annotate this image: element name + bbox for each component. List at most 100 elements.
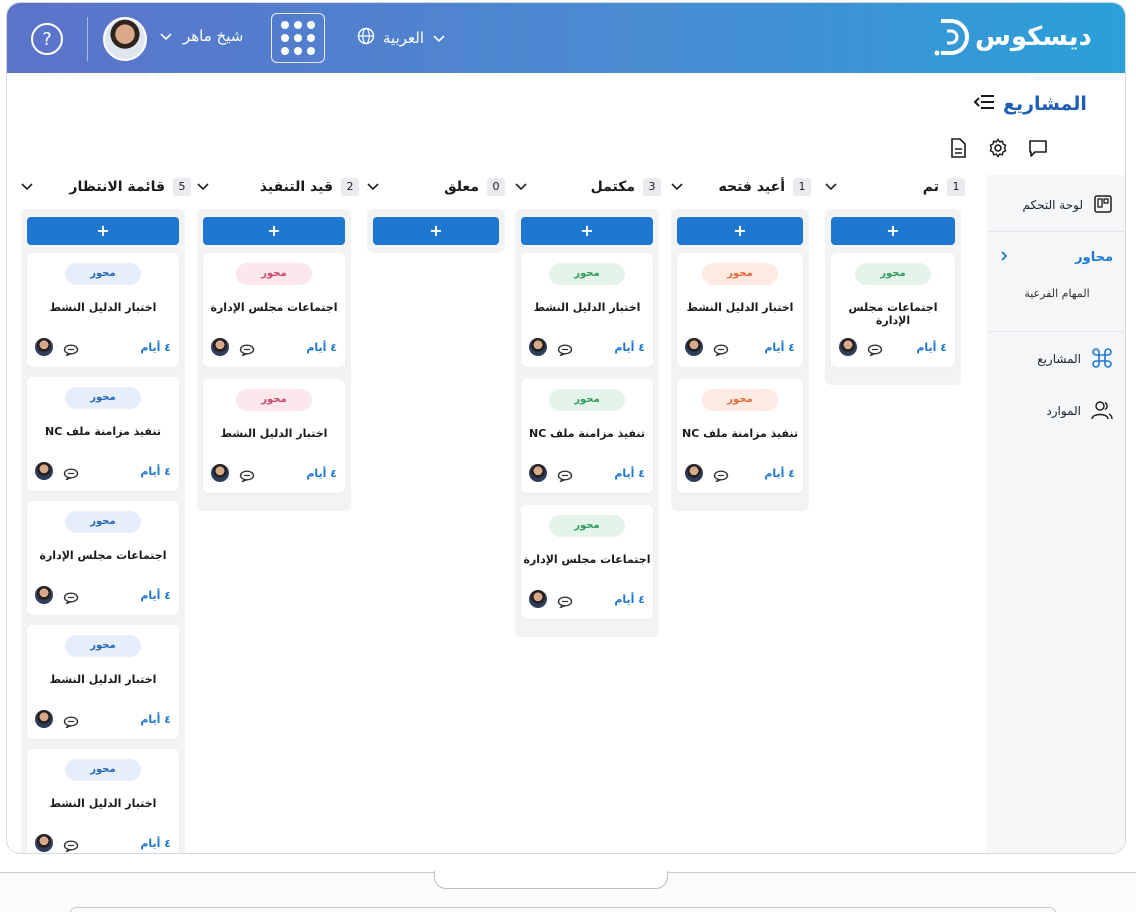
sidebar-item-resources[interactable]: الموارد	[987, 385, 1125, 437]
due-days: ٤ أيام	[764, 340, 795, 354]
assignee-avatar[interactable]	[685, 338, 703, 356]
assignee-avatar[interactable]	[685, 464, 703, 482]
comment-icon[interactable]	[63, 465, 79, 481]
tag-badge: محور	[236, 389, 312, 411]
card-title: اختبار الدليل النشط	[49, 673, 157, 686]
task-card[interactable]: محور تنفيذ مزامنة ملف NC ٤ أيام	[521, 379, 653, 493]
chevron-down-icon[interactable]	[21, 180, 33, 194]
logo-mark-icon	[933, 17, 969, 57]
assignee-avatar[interactable]	[839, 338, 857, 356]
task-card[interactable]: محور اجتماعات مجلس الإدارة ٤ أيام	[521, 505, 653, 619]
gear-icon[interactable]	[987, 137, 1009, 159]
task-card[interactable]: محور تنفيذ مزامنة ملف NC ٤ أيام	[677, 379, 803, 493]
card-footer: ٤ أيام	[839, 337, 947, 357]
comment-icon[interactable]	[713, 341, 729, 357]
comment-icon[interactable]	[63, 341, 79, 357]
task-card[interactable]: محور تنفيذ مزامنة ملف NC ٤ أيام	[27, 377, 179, 491]
assignee-avatar[interactable]	[35, 338, 53, 356]
chevron-down-icon[interactable]	[515, 180, 527, 194]
add-card-button[interactable]: +	[203, 217, 345, 245]
assignee-avatar[interactable]	[529, 338, 547, 356]
assignee-avatar[interactable]	[35, 586, 53, 604]
comment-icon[interactable]	[63, 837, 79, 853]
card-footer: ٤ أيام	[35, 833, 171, 853]
add-card-button[interactable]: +	[27, 217, 179, 245]
laptop-base	[0, 871, 1136, 912]
comment-icon[interactable]	[557, 341, 573, 357]
chevron-down-icon[interactable]	[671, 180, 683, 194]
column-count-badge: 1	[793, 178, 811, 196]
assignee-avatar[interactable]	[35, 710, 53, 728]
comment-icon[interactable]	[557, 593, 573, 609]
add-card-button[interactable]: +	[373, 217, 499, 245]
sidebar-item-dashboard[interactable]: لوحة التحكم	[987, 179, 1125, 231]
assignee-avatar[interactable]	[211, 338, 229, 356]
user-menu[interactable]: شيخ ماهر	[159, 27, 243, 45]
apps-grid-button[interactable]	[271, 13, 325, 63]
comment-icon[interactable]	[1027, 137, 1049, 159]
comment-icon[interactable]	[63, 589, 79, 605]
question-icon[interactable]: ?	[31, 23, 63, 55]
assignee-avatar[interactable]	[35, 834, 53, 852]
globe-icon	[357, 27, 375, 49]
comment-icon[interactable]	[713, 467, 729, 483]
task-card[interactable]: محور اجتماعات مجلس الإدارة ٤ أيام	[203, 253, 345, 367]
add-card-button[interactable]: +	[521, 217, 653, 245]
user-avatar[interactable]	[103, 17, 147, 61]
comment-icon[interactable]	[239, 341, 255, 357]
chevron-left-icon	[999, 250, 1009, 265]
assignee-avatar[interactable]	[529, 590, 547, 608]
language-selector[interactable]: العربية	[357, 27, 446, 49]
assignee-avatar[interactable]	[211, 464, 229, 482]
due-days: ٤ أيام	[140, 340, 171, 354]
brand-logo[interactable]: ديسكوس	[933, 17, 1092, 57]
add-card-button[interactable]: +	[677, 217, 803, 245]
logo-text: ديسكوس	[975, 22, 1092, 52]
header-divider	[87, 17, 88, 61]
card-footer: ٤ أيام	[529, 463, 645, 483]
sidebar-subitem-subtasks[interactable]: المهام الفرعية	[987, 287, 1125, 300]
laptop-foot	[70, 907, 1056, 912]
tag-badge: محور	[549, 515, 625, 537]
task-card[interactable]: محور اجتماعات مجلس الإدارة ٤ أيام	[27, 501, 179, 615]
due-days: ٤ أيام	[140, 464, 171, 478]
column-title: قائمة الانتظار	[69, 179, 165, 195]
column-header[interactable]: مكتمل 3	[515, 175, 661, 199]
chevron-down-icon[interactable]	[367, 180, 379, 194]
task-card[interactable]: محور اختبار الدليل النشط ٤ أيام	[521, 253, 653, 367]
comment-icon[interactable]	[63, 713, 79, 729]
comment-icon[interactable]	[867, 341, 883, 357]
sidebar-item-label: المشاريع	[1037, 352, 1081, 366]
assignee-avatar[interactable]	[35, 462, 53, 480]
user-name: شيخ ماهر	[183, 27, 244, 45]
task-card[interactable]: محور اختبار الدليل النشط ٤ أيام	[677, 253, 803, 367]
task-card[interactable]: محور اختبار الدليل النشط ٤ أيام	[27, 625, 179, 739]
sidebar-item-axes[interactable]: محاور	[987, 231, 1125, 283]
card-footer: ٤ أيام	[529, 337, 645, 357]
column-header[interactable]: قيد التنفيذ 2	[197, 175, 359, 199]
comment-icon[interactable]	[239, 467, 255, 483]
column-header[interactable]: تم 1	[825, 175, 965, 199]
task-card[interactable]: محور اجتماعات مجلس الإدارة ٤ أيام	[831, 253, 955, 367]
chevron-down-icon[interactable]	[825, 180, 837, 194]
tag-badge: محور	[549, 389, 625, 411]
comment-icon[interactable]	[557, 467, 573, 483]
task-card[interactable]: محور اختبار الدليل النشط ٤ أيام	[203, 379, 345, 493]
task-card[interactable]: محور اختبار الدليل النشط ٤ أيام	[27, 253, 179, 367]
sidebar-item-projects[interactable]: المشاريع	[987, 333, 1125, 385]
due-days: ٤ أيام	[140, 712, 171, 726]
column-header[interactable]: معلق 0	[367, 175, 505, 199]
assignee-avatar[interactable]	[529, 464, 547, 482]
add-card-button[interactable]: +	[831, 217, 955, 245]
column-count-badge: 2	[341, 178, 359, 196]
card-title: اختبار الدليل النشط	[49, 797, 157, 810]
sidebar-item-label: الموارد	[1046, 404, 1081, 418]
document-icon[interactable]	[947, 137, 969, 159]
column-header[interactable]: أعيد فتحه 1	[671, 175, 811, 199]
task-card[interactable]: محور اختبار الدليل النشط ٤ أيام	[27, 749, 179, 853]
column-header[interactable]: قائمة الانتظار 5	[21, 175, 191, 199]
chevron-down-icon[interactable]	[197, 180, 209, 194]
chevron-down-icon	[159, 27, 173, 45]
tag-badge: محور	[65, 759, 141, 781]
collapse-menu-icon[interactable]	[973, 93, 995, 115]
